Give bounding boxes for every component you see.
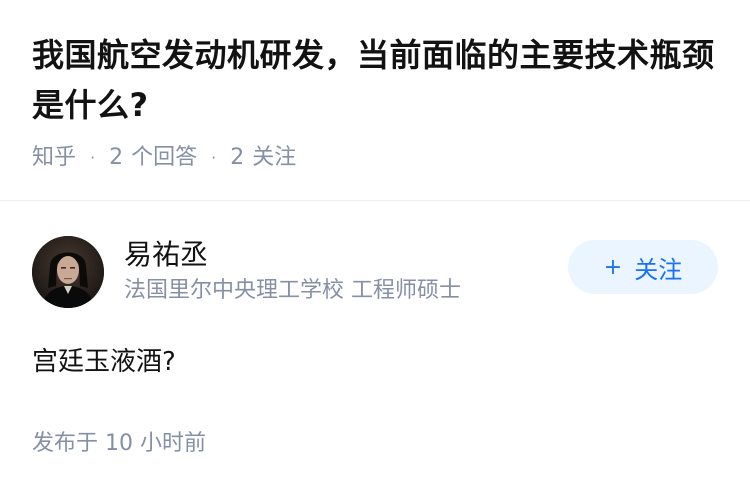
author-info: 易祐丞 法国里尔中央理工学校 工程师硕士: [124, 237, 558, 307]
answer-count-label[interactable]: 个回答: [131, 140, 197, 176]
answer-count[interactable]: 2: [109, 140, 123, 176]
section-divider: [0, 200, 750, 201]
plus-icon: +: [603, 254, 623, 280]
author-name[interactable]: 易祐丞: [124, 237, 558, 273]
follow-count[interactable]: 2: [230, 140, 244, 176]
answer-content[interactable]: 宫廷玉液酒?: [32, 342, 718, 382]
meta-separator: ·: [211, 148, 217, 167]
author-avatar[interactable]: [32, 236, 104, 308]
follow-button-label: 关注: [634, 255, 683, 284]
follow-author-button[interactable]: + 关注: [568, 240, 718, 294]
follow-count-label[interactable]: 关注: [252, 140, 296, 176]
question-title[interactable]: 我国航空发动机研发，当前面临的主要技术瓶颈是什么?: [32, 30, 718, 130]
author-row: 易祐丞 法国里尔中央理工学校 工程师硕士 + 关注: [32, 236, 718, 308]
source-label[interactable]: 知乎: [32, 140, 76, 176]
answer-card: 易祐丞 法国里尔中央理工学校 工程师硕士 + 关注 宫廷玉液酒? 发布于 10 …: [32, 236, 718, 460]
meta-separator: ·: [90, 148, 96, 167]
avatar-image: [32, 236, 104, 308]
question-header: 我国航空发动机研发，当前面临的主要技术瓶颈是什么? 知乎 · 2 个回答 · 2…: [0, 0, 750, 176]
question-meta: 知乎 · 2 个回答 · 2 关注: [32, 140, 718, 176]
author-headline: 法国里尔中央理工学校 工程师硕士: [124, 278, 461, 303]
publish-time: 发布于 10 小时前: [32, 431, 206, 456]
